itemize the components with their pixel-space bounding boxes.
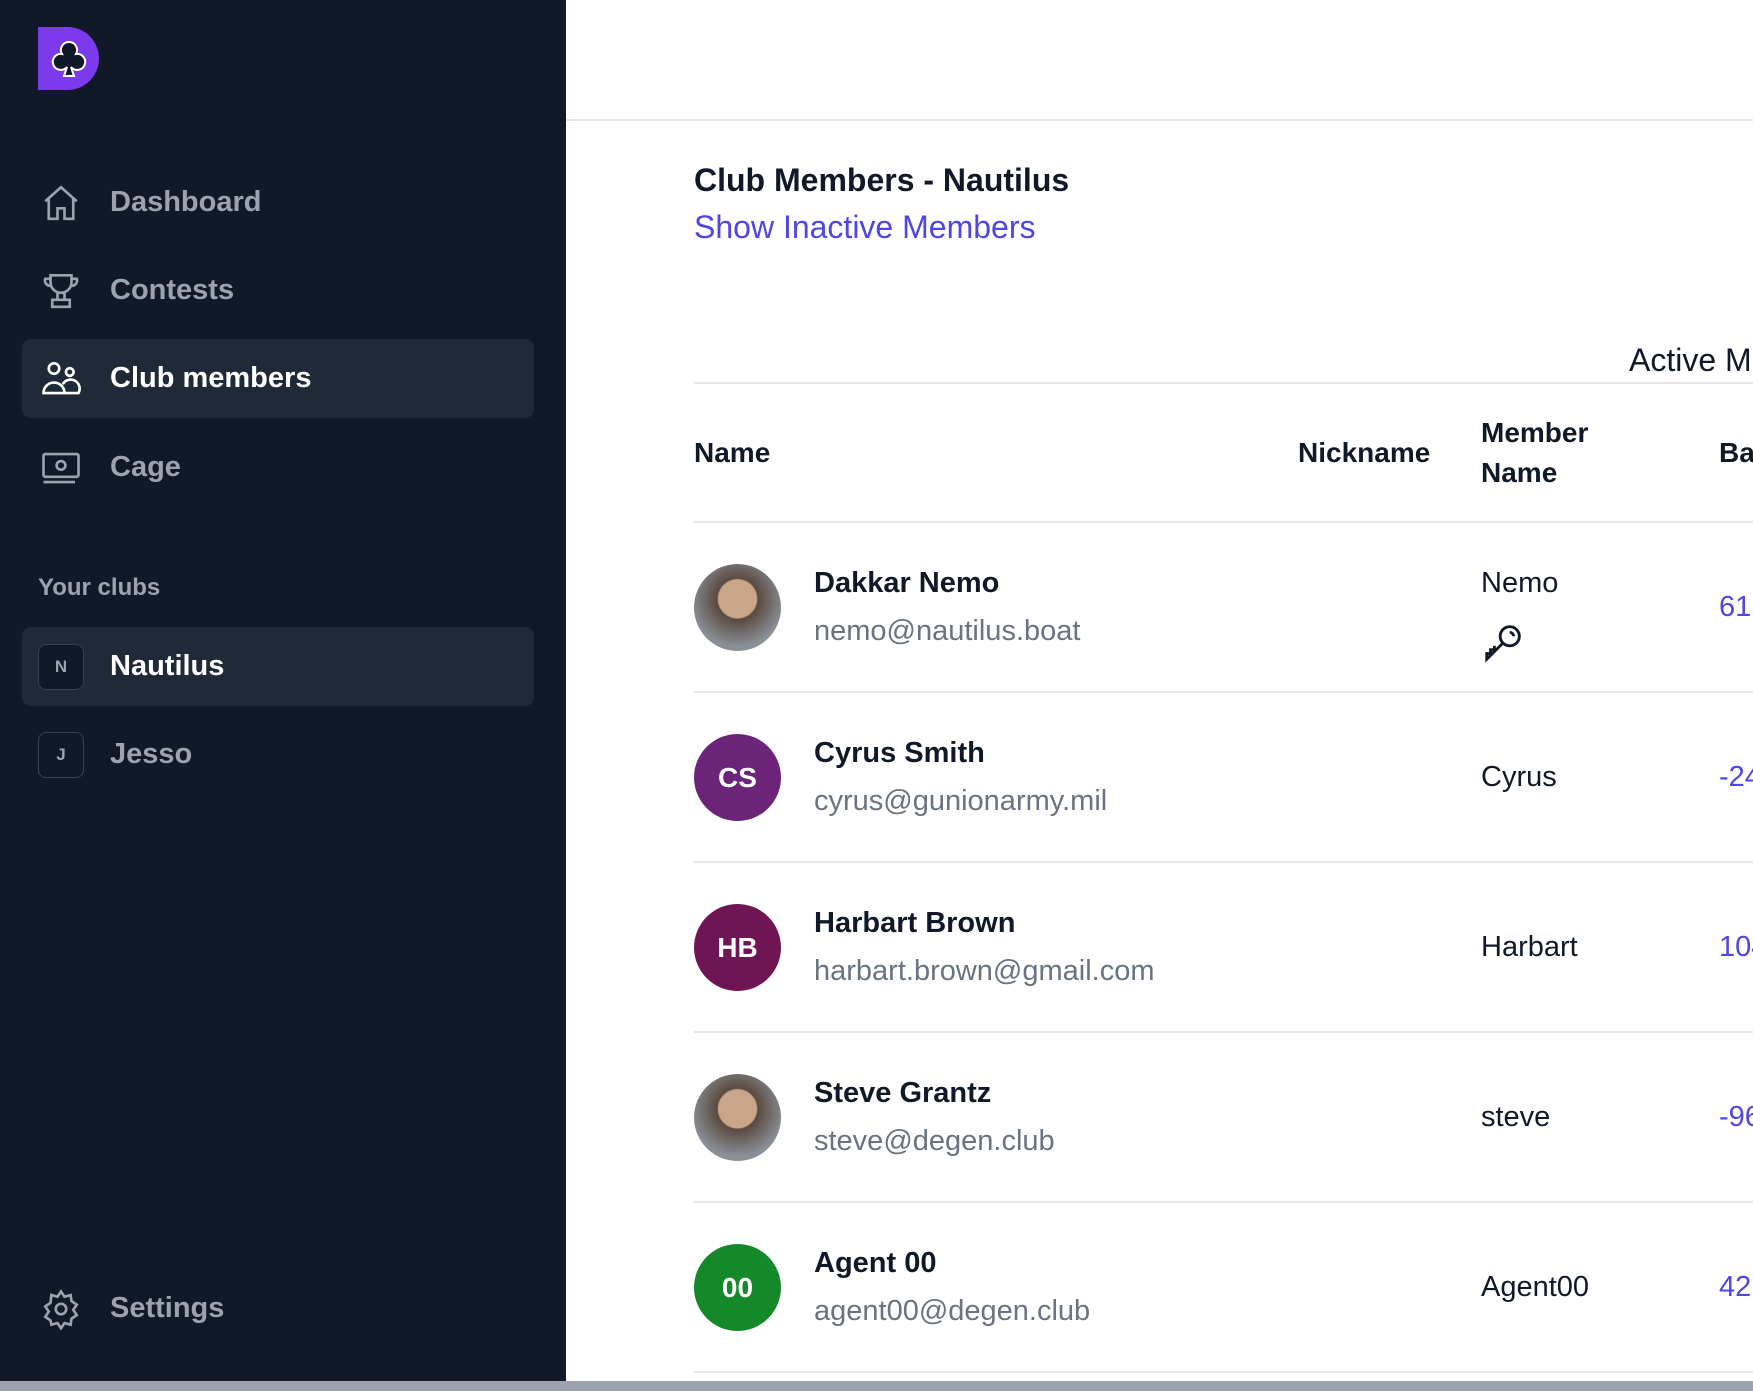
sidebar-item-contests[interactable]: Contests [22, 251, 534, 330]
sidebar-item-label: Cage [110, 451, 181, 483]
member-name[interactable]: Harbart Brown [814, 907, 1015, 940]
member-username: steve [1481, 1101, 1551, 1133]
member-name[interactable]: Agent 00 [814, 1247, 936, 1280]
sidebar-item-label: Club members [110, 362, 312, 394]
member-email: steve@degen.club [814, 1125, 1055, 1157]
member-email: harbart.brown@gmail.com [814, 955, 1155, 987]
settings-link[interactable]: Settings [22, 1269, 534, 1348]
member-username: Agent00 [1481, 1271, 1590, 1303]
logo[interactable] [38, 27, 99, 90]
your-clubs-heading: Your clubs [38, 574, 161, 601]
table-row[interactable]: Steve Grantz steve@degen.club steve -96 [694, 1033, 1753, 1203]
sidebar-item-dashboard[interactable]: Dashboard [22, 163, 534, 242]
member-username: Harbart [1481, 931, 1578, 963]
person-photo-icon [694, 1074, 781, 1161]
settings-label: Settings [110, 1292, 225, 1324]
column-header-member-name: Member Name [1481, 417, 1589, 488]
page-title: Club Members - Nautilus [694, 162, 1070, 198]
table-row[interactable]: CS Cyrus Smith cyrus@gunionarmy.mil Cyrus… [694, 693, 1753, 863]
member-balance[interactable]: 61. [1719, 591, 1753, 624]
member-balance[interactable]: 42 [1719, 1271, 1751, 1304]
club-item-jesso[interactable]: J Jesso [22, 715, 534, 794]
sidebar-item-cage[interactable]: Cage [22, 428, 534, 507]
table-row[interactable]: Dakkar Nemo nemo@nautilus.boat Nemo 61. [694, 523, 1753, 693]
column-header-nickname: Nickname [1298, 437, 1431, 468]
divider [694, 382, 1753, 384]
gear-icon [43, 1288, 79, 1330]
club-initial-badge: N [38, 643, 84, 690]
table-row[interactable]: 00 Agent 00 agent00@degen.club Agent00 42 [694, 1203, 1753, 1373]
member-username: Cyrus [1481, 761, 1557, 793]
column-header-balance: Ba [1719, 437, 1753, 468]
trophy-icon [43, 273, 79, 308]
member-balance[interactable]: -24 [1719, 761, 1753, 794]
member-email: nemo@nautilus.boat [814, 615, 1081, 647]
member-email: cyrus@gunionarmy.mil [814, 785, 1108, 817]
avatar: CS [694, 734, 781, 821]
club-initial-badge: J [38, 731, 84, 778]
member-balance[interactable]: -96 [1719, 1101, 1753, 1134]
member-name[interactable]: Steve Grantz [814, 1077, 991, 1110]
top-bar [566, 0, 1753, 121]
sidebar-item-club-members[interactable]: Club members [22, 339, 534, 418]
column-header-name: Name [694, 437, 771, 468]
club-icon [51, 40, 86, 77]
sidebar-item-label: Contests [110, 274, 235, 306]
member-balance[interactable]: 104 [1719, 931, 1753, 964]
avatar [694, 564, 781, 651]
member-email: agent00@degen.club [814, 1295, 1091, 1327]
table-row[interactable]: HB Harbart Brown harbart.brown@gmail.com … [694, 863, 1753, 1033]
tab-active-members[interactable]: Active M [1629, 342, 1752, 379]
avatar: 00 [694, 1244, 781, 1331]
club-label: Jesso [110, 738, 193, 770]
member-name[interactable]: Dakkar Nemo [814, 567, 999, 600]
sidebar: Dashboard Contests Club members Cage You… [0, 0, 566, 1381]
club-label: Nautilus [110, 650, 225, 682]
avatar [694, 1074, 781, 1161]
sidebar-item-label: Dashboard [110, 186, 262, 218]
person-photo-icon [694, 564, 781, 651]
member-name[interactable]: Cyrus Smith [814, 737, 985, 770]
club-item-nautilus[interactable]: N Nautilus [22, 627, 534, 706]
show-inactive-members-link[interactable]: Show Inactive Members [694, 209, 1035, 246]
cash-icon [42, 452, 80, 483]
member-username: Nemo [1481, 567, 1559, 599]
users-icon [42, 361, 81, 394]
key-icon [1485, 625, 1521, 663]
window-edge [0, 1381, 1753, 1391]
avatar: HB [694, 904, 781, 991]
home-icon [44, 184, 78, 220]
